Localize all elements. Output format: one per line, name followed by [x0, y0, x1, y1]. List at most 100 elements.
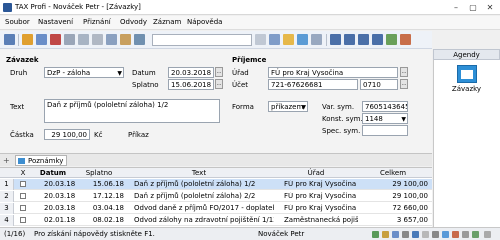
spec-sym-field[interactable]	[362, 125, 408, 136]
export-icon[interactable]	[120, 34, 131, 45]
text-field[interactable]: Daň z příjmů (pololetní záloha) 1/2	[44, 99, 220, 123]
toolbar-separator	[326, 34, 327, 46]
forma-value: příkazem	[271, 103, 304, 111]
first-record-icon[interactable]	[330, 34, 341, 45]
tab-poznamky[interactable]: Poznámky	[15, 155, 68, 166]
row-checkbox[interactable]	[20, 193, 26, 199]
liability-form: Závazek Příjemce Druh DzP - záloha ▼ Dat…	[0, 49, 432, 153]
quick-search-input[interactable]	[152, 34, 252, 46]
menu-priznani[interactable]: Přiznání	[83, 18, 111, 26]
cell-urad: FÚ pro Kraj Vysočina	[284, 180, 357, 188]
cell-celkem: 72 660,00	[392, 204, 428, 212]
row-number: 1	[0, 179, 14, 190]
scissors-icon[interactable]	[269, 34, 280, 45]
cell-urad: FÚ pro Kraj Vysočina	[284, 204, 357, 212]
col-header-datum[interactable]: Datum	[32, 169, 74, 177]
help-icon[interactable]	[462, 231, 469, 238]
menu-nastaveni[interactable]: Nastavení	[38, 18, 73, 26]
var-sym-field[interactable]: 7605143645	[362, 101, 408, 112]
konst-sym-field[interactable]: 1148 ▼	[362, 113, 408, 124]
settings-icon[interactable]	[402, 231, 409, 238]
menu-zaznam[interactable]: Záznam	[153, 18, 181, 26]
info-icon[interactable]	[392, 231, 399, 238]
agenda-item-zavazky[interactable]: Závazky	[433, 85, 500, 93]
table-row[interactable]: 3 20.03.18 03.04.18 Odvod daně z příjmů …	[0, 203, 432, 214]
chevron-down-icon: ▼	[301, 104, 306, 111]
last-record-icon[interactable]	[372, 34, 383, 45]
maximize-button[interactable]: ▢	[465, 1, 481, 14]
table-row[interactable]: 1 20.03.18 15.06.18 Daň z příjmů (polole…	[0, 179, 432, 190]
lock-icon[interactable]	[382, 231, 389, 238]
castka-label: Částka	[10, 131, 34, 139]
keyboard-icon[interactable]	[422, 231, 429, 238]
datum-picker-button[interactable]: …	[215, 67, 223, 77]
urad-field[interactable]: FÚ pro Kraj Vysočina	[268, 67, 398, 78]
cell-text: Daň z příjmů (pololetní záloha) 1/2	[134, 180, 256, 188]
print-icon[interactable]	[92, 34, 103, 45]
liabilities-icon[interactable]	[457, 65, 477, 83]
cell-urad: Zaměstnanecká pojišťovna	[284, 216, 358, 224]
bank-code-field[interactable]: 0710	[360, 79, 398, 90]
cell-splatno: 15.06.18	[92, 180, 124, 188]
col-header-text[interactable]: Text	[124, 169, 274, 177]
search-icon[interactable]	[255, 34, 266, 45]
row-checkbox[interactable]	[20, 205, 26, 211]
table-row[interactable]: 4 02.01.18 08.02.18 Odvod zálohy na zdra…	[0, 215, 432, 226]
forma-select[interactable]: příkazem ▼	[268, 101, 308, 112]
delete-record-icon[interactable]	[50, 34, 61, 45]
col-header-urad[interactable]: Úřad	[276, 169, 356, 177]
status-user: Nováček Petr	[258, 230, 305, 238]
add-tab-button[interactable]: +	[3, 156, 10, 165]
spec-sym-label: Spec. sym.	[322, 127, 361, 135]
copy-record-icon[interactable]	[36, 34, 47, 45]
close-button[interactable]: ✕	[482, 1, 498, 14]
next-record-icon[interactable]	[358, 34, 369, 45]
splatno-field[interactable]: 15.06.2018	[168, 79, 214, 90]
calculator-icon[interactable]	[386, 34, 397, 45]
sync-icon[interactable]	[372, 231, 379, 238]
castka-field[interactable]: 29 100,00	[44, 129, 90, 140]
new-record-icon[interactable]	[22, 34, 33, 45]
ucet-field[interactable]: 721-67626681	[268, 79, 358, 90]
ucet-select-button[interactable]: …	[400, 79, 408, 89]
urad-label: Úřad	[232, 69, 249, 77]
col-header-x[interactable]: X	[18, 169, 28, 177]
col-header-splatno[interactable]: Splatno	[76, 169, 122, 177]
save-icon[interactable]	[78, 34, 89, 45]
menu-soubor[interactable]: Soubor	[5, 18, 30, 26]
filter-icon[interactable]	[134, 34, 145, 45]
cell-splatno: 08.02.18	[92, 216, 124, 224]
urad-select-button[interactable]: …	[400, 67, 408, 77]
splatno-label: Splatno	[132, 81, 159, 89]
folder-icon[interactable]	[283, 34, 294, 45]
network-icon[interactable]	[432, 231, 439, 238]
table-row[interactable]: 2 20.03.18 17.12.18 Daň z příjmů (polole…	[0, 191, 432, 202]
online-status-icon[interactable]	[472, 231, 479, 238]
menu-odvody[interactable]: Odvody	[120, 18, 147, 26]
alert-icon[interactable]	[452, 231, 459, 238]
undo-icon[interactable]	[64, 34, 75, 45]
row-checkbox[interactable]	[20, 181, 26, 187]
table-icon[interactable]	[106, 34, 117, 45]
datum-field[interactable]: 20.03.2018	[168, 67, 214, 78]
cell-splatno: 03.04.18	[92, 204, 124, 212]
calendar-icon[interactable]	[400, 34, 411, 45]
druh-select[interactable]: DzP - záloha ▼	[44, 67, 124, 78]
minimize-button[interactable]: –	[448, 1, 464, 14]
splatno-picker-button[interactable]: …	[215, 79, 223, 89]
col-header-celkem[interactable]: Celkem	[358, 169, 428, 177]
cell-text: Odvod zálohy na zdravotní pojištění 1/12	[134, 216, 274, 224]
preview-icon[interactable]	[311, 34, 322, 45]
db-icon[interactable]	[4, 34, 15, 45]
mail-icon[interactable]	[412, 231, 419, 238]
menu-napoveda[interactable]: Nápověda	[187, 18, 222, 26]
resize-grip-icon[interactable]	[484, 231, 491, 238]
cloud-icon[interactable]	[442, 231, 449, 238]
row-checkbox[interactable]	[20, 217, 26, 223]
cell-datum: 20.03.18	[44, 204, 76, 212]
grid-view-icon[interactable]	[297, 34, 308, 45]
cell-celkem: 29 100,00	[392, 180, 428, 188]
previous-record-icon[interactable]	[344, 34, 355, 45]
chevron-down-icon: ▼	[117, 70, 122, 77]
row-number: 2	[0, 191, 14, 202]
